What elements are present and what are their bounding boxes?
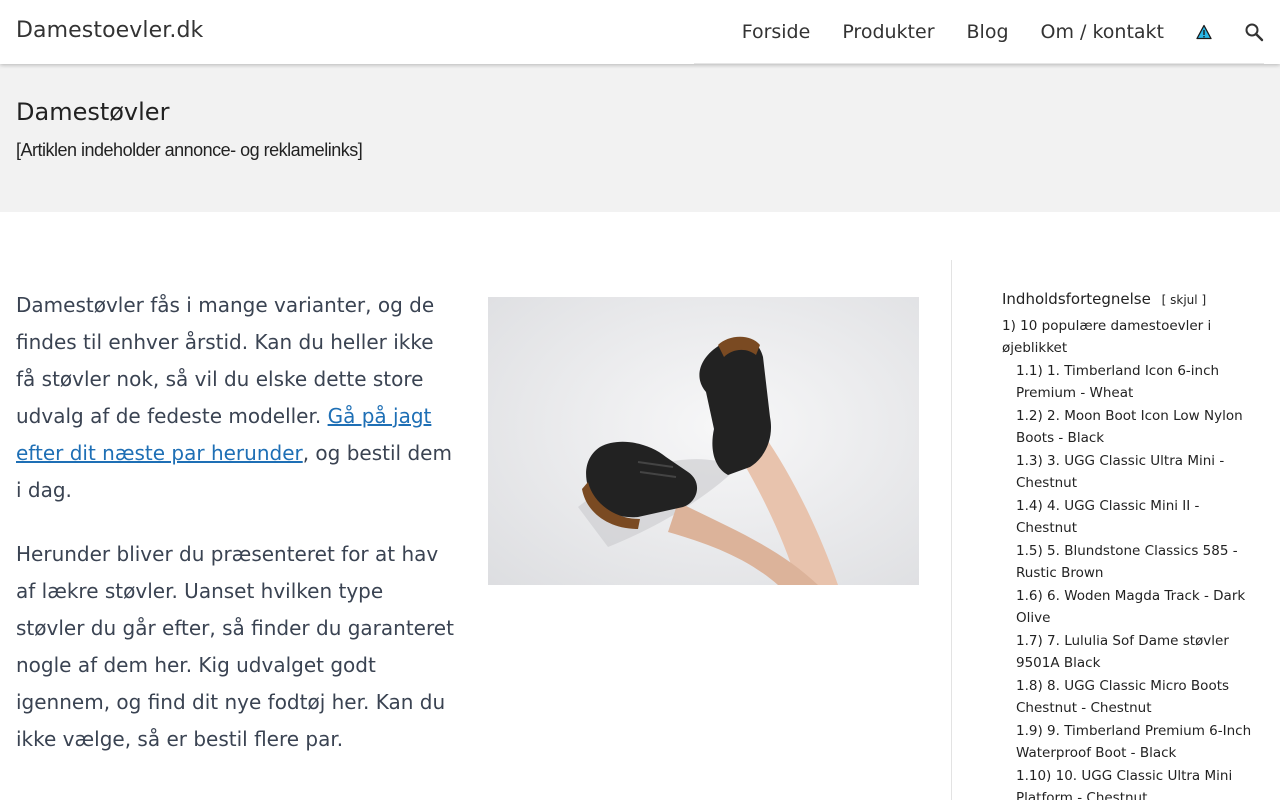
toc-item[interactable]: 1.3) 3. UGG Classic Ultra Mini - Chestnu… bbox=[1002, 450, 1252, 494]
toc-item[interactable]: 1) 10 populære damestoevler i øjeblikket bbox=[1002, 315, 1252, 359]
nav-item-om-kontakt[interactable]: Om / kontakt bbox=[1041, 21, 1164, 43]
ad-disclaimer: [Artiklen indeholder annonce- og reklame… bbox=[16, 140, 363, 160]
toc-item-number: 1.9) bbox=[1016, 723, 1043, 739]
toc-item-label: 2. Moon Boot Icon Low Nylon Boots - Blac… bbox=[1016, 408, 1243, 446]
nav-item-blog[interactable]: Blog bbox=[967, 21, 1009, 43]
toc-item[interactable]: 1.1) 1. Timberland Icon 6-inch Premium -… bbox=[1002, 360, 1252, 404]
page-title: Damestøvler bbox=[16, 98, 170, 126]
toc-item-number: 1) bbox=[1002, 318, 1016, 334]
nav-item-forside[interactable]: Forside bbox=[742, 21, 811, 43]
toc-item-number: 1.1) bbox=[1016, 363, 1043, 379]
toc-title: Indholdsfortegnelse bbox=[1002, 290, 1151, 308]
toc-item-number: 1.4) bbox=[1016, 498, 1043, 514]
toc-item[interactable]: 1.8) 8. UGG Classic Micro Boots Chestnut… bbox=[1002, 675, 1252, 719]
toc-header: Indholdsfortegnelse [ skjul ] bbox=[1002, 290, 1252, 308]
toc-item-label: 5. Blundstone Classics 585 - Rustic Brow… bbox=[1016, 543, 1238, 581]
site-header: Damestoevler.dk Forside Produkter Blog O… bbox=[0, 0, 1280, 64]
toc-item-number: 1.8) bbox=[1016, 678, 1043, 694]
toc-item-label: 4. UGG Classic Mini II - Chestnut bbox=[1016, 498, 1200, 536]
intro-paragraph-2: Herunder bliver du præsenteret for at ha… bbox=[16, 542, 454, 751]
toc-item-number: 1.7) bbox=[1016, 633, 1043, 649]
table-of-contents: Indholdsfortegnelse [ skjul ] 1) 10 popu… bbox=[1002, 290, 1252, 800]
toc-item-number: 1.3) bbox=[1016, 453, 1043, 469]
intro-text: Damestøvler fås i mange varianter, og de… bbox=[16, 287, 456, 785]
toc-item[interactable]: 1.5) 5. Blundstone Classics 585 - Rustic… bbox=[1002, 540, 1252, 584]
toc-item[interactable]: 1.6) 6. Woden Magda Track - Dark Olive bbox=[1002, 585, 1252, 629]
toc-item-number: 1.5) bbox=[1016, 543, 1043, 559]
toc-item-label: 7. Lululia Sof Dame støvler 9501A Black bbox=[1016, 633, 1229, 671]
page-title-band: Damestøvler [Artiklen indeholder annonce… bbox=[0, 64, 1280, 212]
toc-item-label: 10 populære damestoevler i øjeblikket bbox=[1002, 318, 1212, 356]
toc-item[interactable]: 1.7) 7. Lululia Sof Dame støvler 9501A B… bbox=[1002, 630, 1252, 674]
toc-toggle-open-bracket: [ bbox=[1161, 293, 1167, 307]
toc-item-label: 6. Woden Magda Track - Dark Olive bbox=[1016, 588, 1246, 626]
toc-item-label: 8. UGG Classic Micro Boots Chestnut - Ch… bbox=[1016, 678, 1230, 716]
main-nav: Forside Produkter Blog Om / kontakt bbox=[693, 0, 1264, 64]
warning-triangle-icon[interactable] bbox=[1196, 24, 1212, 40]
toc-item[interactable]: 1.9) 9. Timberland Premium 6-Inch Waterp… bbox=[1002, 720, 1252, 764]
toc-item-number: 1.6) bbox=[1016, 588, 1043, 604]
toc-item[interactable]: 1.10) 10. UGG Classic Ultra Mini Platfor… bbox=[1002, 765, 1252, 800]
hero-image-boots bbox=[488, 297, 919, 585]
search-icon[interactable] bbox=[1244, 22, 1264, 42]
toc-item[interactable]: 1.4) 4. UGG Classic Mini II - Chestnut bbox=[1002, 495, 1252, 539]
toc-item-label: 1. Timberland Icon 6-inch Premium - Whea… bbox=[1016, 363, 1220, 401]
toc-item[interactable]: 1.2) 2. Moon Boot Icon Low Nylon Boots -… bbox=[1002, 405, 1252, 449]
sidebar-divider bbox=[951, 260, 952, 800]
nav-underline-divider bbox=[693, 63, 1264, 64]
toc-item-number: 1.2) bbox=[1016, 408, 1043, 424]
toc-hide-button[interactable]: skjul bbox=[1170, 293, 1197, 307]
toc-toggle: [ skjul ] bbox=[1162, 293, 1207, 307]
site-logo-link[interactable]: Damestoevler.dk bbox=[16, 18, 203, 43]
nav-item-produkter[interactable]: Produkter bbox=[842, 21, 934, 43]
intro-paragraph-1: Damestøvler fås i mange varianter, og de… bbox=[16, 287, 456, 509]
toc-item-number: 1.10) bbox=[1016, 768, 1052, 784]
toc-toggle-close-bracket: ] bbox=[1201, 293, 1207, 307]
toc-item-label: 3. UGG Classic Ultra Mini - Chestnut bbox=[1016, 453, 1225, 491]
toc-item-label: 9. Timberland Premium 6-Inch Waterproof … bbox=[1016, 723, 1252, 761]
